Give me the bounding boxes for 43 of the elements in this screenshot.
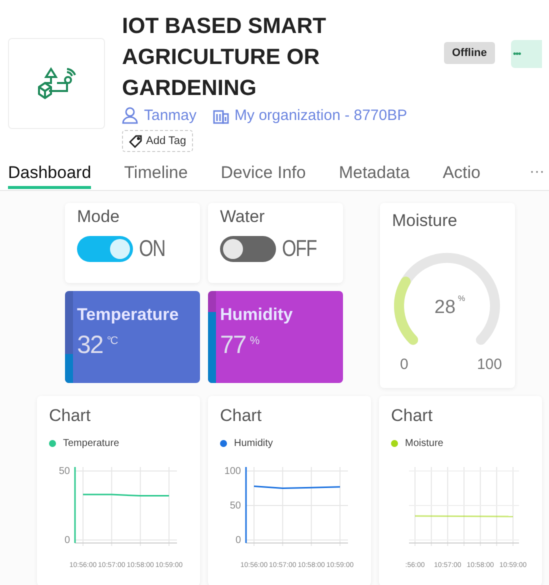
chart-title: Chart xyxy=(391,406,434,426)
status-badge: Offline xyxy=(444,42,495,64)
switch-state: ON xyxy=(139,235,165,262)
device-logo-icon xyxy=(36,66,76,100)
tab[interactable]: Device Info xyxy=(220,156,306,189)
add-tag-button[interactable]: Add Tag xyxy=(122,130,194,152)
switch-state: OFF xyxy=(282,235,316,262)
widget-title: Moisture xyxy=(392,211,458,231)
gauge-value: 28 xyxy=(434,297,456,318)
tab[interactable]: Actio xyxy=(442,156,481,189)
legend-label: Temperature xyxy=(63,438,120,449)
tick-label: 50 xyxy=(58,466,70,477)
building-icon xyxy=(212,108,229,124)
tick-label: 100 xyxy=(224,466,241,477)
user-icon xyxy=(122,107,138,124)
chart-title: Chart xyxy=(220,406,263,426)
organization-link[interactable]: My organization - 8770BP xyxy=(234,107,408,124)
legend-label: Humidity xyxy=(234,438,273,449)
toggle-switch[interactable] xyxy=(220,236,276,262)
widget-title: Water xyxy=(220,207,266,227)
tag-icon xyxy=(129,134,142,148)
tile-title: Temperature xyxy=(77,305,180,325)
gauge-min: 0 xyxy=(400,356,408,373)
chart-title: Chart xyxy=(49,406,92,426)
tab[interactable]: Timeline xyxy=(124,156,188,189)
tick-label: 0 xyxy=(64,535,70,546)
tick-label: 0 xyxy=(235,535,241,546)
tile-value: 77 xyxy=(220,331,246,359)
gauge-fill xyxy=(394,276,418,345)
unit-label: % xyxy=(458,294,466,303)
tile-title: Humidity xyxy=(220,305,294,325)
unit-label: % xyxy=(250,334,259,347)
widget-title: Mode xyxy=(77,207,121,227)
more-button[interactable]: ••• xyxy=(510,40,542,68)
tick-label: 50 xyxy=(230,500,241,512)
tile-value: 32 xyxy=(77,331,103,359)
owner-link[interactable]: Tanmay xyxy=(144,107,197,124)
toggle-switch[interactable] xyxy=(77,236,133,262)
unit-label: °C xyxy=(106,334,118,347)
legend-label: Moisture xyxy=(405,438,444,449)
tab[interactable]: Metadata xyxy=(338,156,410,189)
device-title: IOT BASED SMART AGRICULTURE OR GARDENING xyxy=(122,12,328,102)
gauge-max: 100 xyxy=(476,356,502,373)
